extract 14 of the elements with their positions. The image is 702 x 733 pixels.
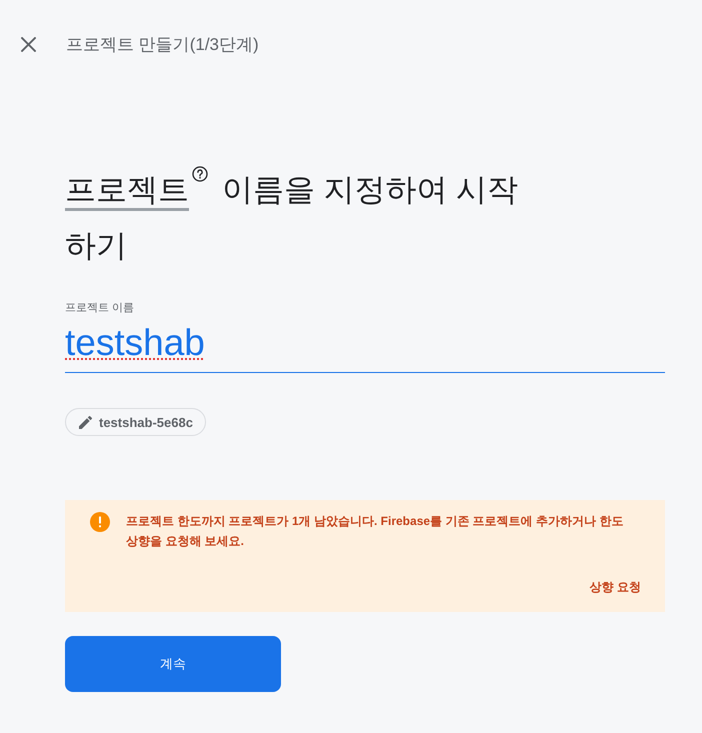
continue-button[interactable]: 계속 xyxy=(65,636,281,692)
project-id-chip[interactable]: testshab-5e68c xyxy=(65,408,206,436)
glossary-term-link[interactable]: 프로젝트 xyxy=(65,172,189,207)
field-label: 프로젝트 이름 xyxy=(65,302,134,315)
project-name-field[interactable]: 프로젝트 이름 testshab xyxy=(65,302,665,373)
pencil-icon xyxy=(79,416,92,428)
close-icon[interactable] xyxy=(21,36,36,52)
warning-message: 프로젝트 한도까지 프로젝트가 1개 남았습니다. Firebase를 기존 프로젝트에 추가하거나 한도 상향을 요청해 보세요. xyxy=(126,513,624,550)
request-increase-button[interactable]: 상향 요청 xyxy=(590,569,641,605)
page-heading: 프로젝트 이름을 지정하여 시작하기 xyxy=(65,162,541,274)
warning-icon xyxy=(90,512,110,532)
page-title: 프로젝트 만들기(1/3단계) xyxy=(66,34,259,56)
field-value: testshab xyxy=(65,322,205,364)
help-icon[interactable] xyxy=(192,166,208,182)
